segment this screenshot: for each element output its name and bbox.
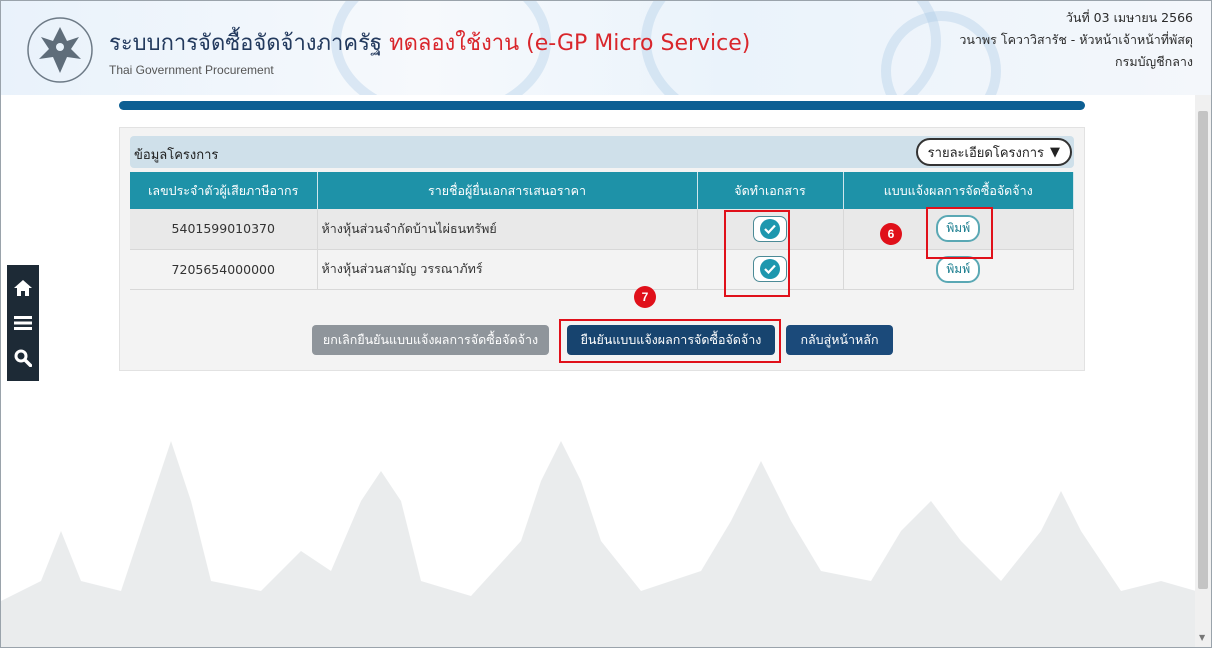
user-info: วันที่ 03 เมษายน 2566 วนาพร โควาวิสารัช … — [959, 7, 1193, 73]
bidder-name-cell: ห้างหุ้นส่วนสามัญ วรรณาภัทร์ — [317, 249, 698, 290]
search-icon[interactable] — [12, 347, 34, 369]
vertical-scrollbar[interactable]: ▼ — [1195, 95, 1211, 647]
column-header-document: จัดทำเอกสาร — [697, 172, 844, 209]
step-marker-6: 6 — [880, 223, 902, 245]
date-text: วันที่ 03 เมษายน 2566 — [1065, 10, 1193, 25]
home-icon[interactable] — [12, 277, 34, 299]
page-subtitle: Thai Government Procurement — [109, 63, 274, 77]
column-header-bidder-name: รายชื่อผู้ยื่นเอกสารเสนอราคา — [317, 172, 698, 209]
step-marker-7: 7 — [634, 286, 656, 308]
background-skyline — [1, 441, 1196, 647]
column-header-result-form: แบบแจ้งผลการจัดซื้อจัดจ้าง — [843, 172, 1074, 209]
print-button[interactable]: พิมพ์ — [936, 255, 981, 283]
tax-id-cell: 5401599010370 — [130, 209, 318, 250]
garuda-logo — [27, 17, 93, 83]
left-toolbar — [7, 265, 39, 381]
project-info-label: ข้อมูลโครงการ — [134, 148, 219, 163]
caret-down-icon: ▼ — [1050, 144, 1060, 160]
page-header: ระบบการจัดซื้อจัดจ้างภาครัฐ ทดลองใช้งาน … — [1, 1, 1211, 95]
tax-id-cell: 7205654000000 — [130, 249, 318, 290]
user-name: วนาพร โควาวิสารัช - หัวหน้าเจ้าหน้าที่พั… — [959, 32, 1193, 47]
page-title: ระบบการจัดซื้อจัดจ้างภาครัฐ ทดลองใช้งาน … — [109, 31, 751, 56]
project-details-label: รายละเอียดโครงการ — [927, 145, 1044, 161]
back-to-main-button[interactable]: กลับสู่หน้าหลัก — [786, 325, 893, 355]
highlight-print-button — [926, 207, 993, 259]
column-header-tax-id: เลขประจำตัวผู้เสียภาษีอากร — [130, 172, 318, 209]
scroll-down-icon[interactable]: ▼ — [1199, 633, 1205, 642]
menu-icon[interactable] — [12, 312, 34, 334]
header-divider-band — [119, 101, 1085, 110]
scrollbar-thumb[interactable] — [1198, 111, 1208, 589]
project-details-button[interactable]: รายละเอียดโครงการ ▼ — [915, 138, 1072, 166]
project-panel-header: ข้อมูลโครงการ รายละเอียดโครงการ ▼ — [130, 136, 1074, 168]
confirm-result-form-button[interactable]: ยืนยันแบบแจ้งผลการจัดซื้อจัดจ้าง — [567, 325, 775, 355]
org-name: กรมบัญชีกลาง — [1115, 54, 1193, 69]
highlight-document-column — [724, 210, 790, 297]
bidder-name-cell: ห้างหุ้นส่วนจำกัดบ้านไผ่ธนทรัพย์ — [317, 209, 698, 250]
cancel-confirm-button[interactable]: ยกเลิกยืนยันแบบแจ้งผลการจัดซื้อจัดจ้าง — [312, 325, 549, 355]
